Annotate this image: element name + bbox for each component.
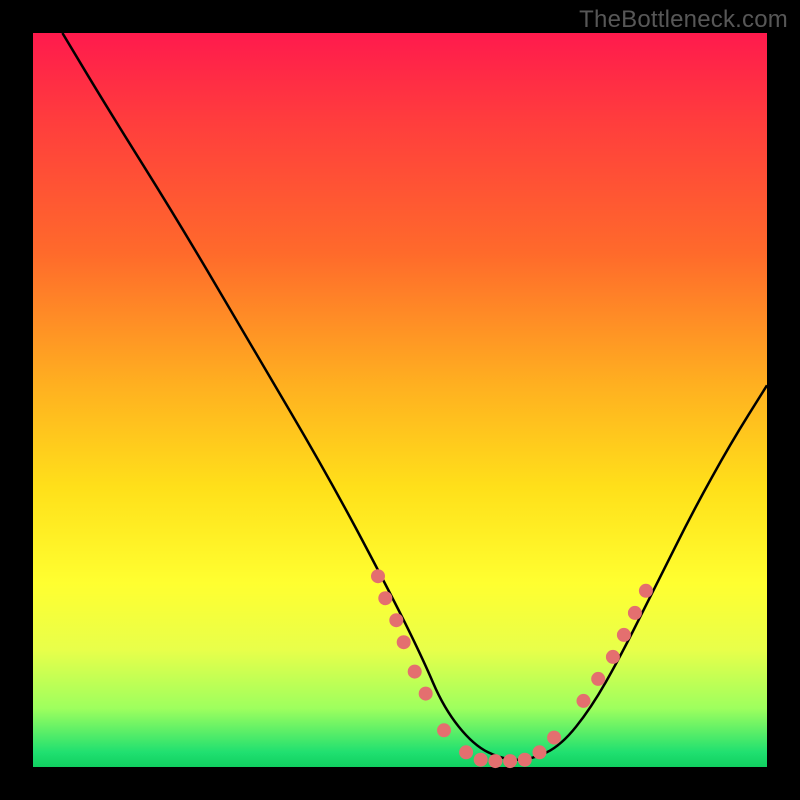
curve-marker [518,753,532,767]
curve-marker [547,731,561,745]
curve-marker [419,687,433,701]
curve-marker [371,569,385,583]
curve-marker [488,754,502,768]
curve-marker [503,754,517,768]
curve-marker [397,635,411,649]
curve-marker [617,628,631,642]
bottleneck-curve [62,33,767,760]
curve-marker [474,753,488,767]
curve-marker [577,694,591,708]
curve-marker [606,650,620,664]
curve-marker [437,723,451,737]
curve-marker [389,613,403,627]
curve-marker [628,606,642,620]
curve-marker [591,672,605,686]
curve-marker [533,745,547,759]
curve-marker [408,665,422,679]
curve-marker [639,584,653,598]
curve-marker [459,745,473,759]
watermark-text: TheBottleneck.com [579,6,788,34]
curve-markers [371,569,653,768]
curve-marker [378,591,392,605]
curve-layer [33,33,767,767]
chart-root: TheBottleneck.com [0,0,800,800]
